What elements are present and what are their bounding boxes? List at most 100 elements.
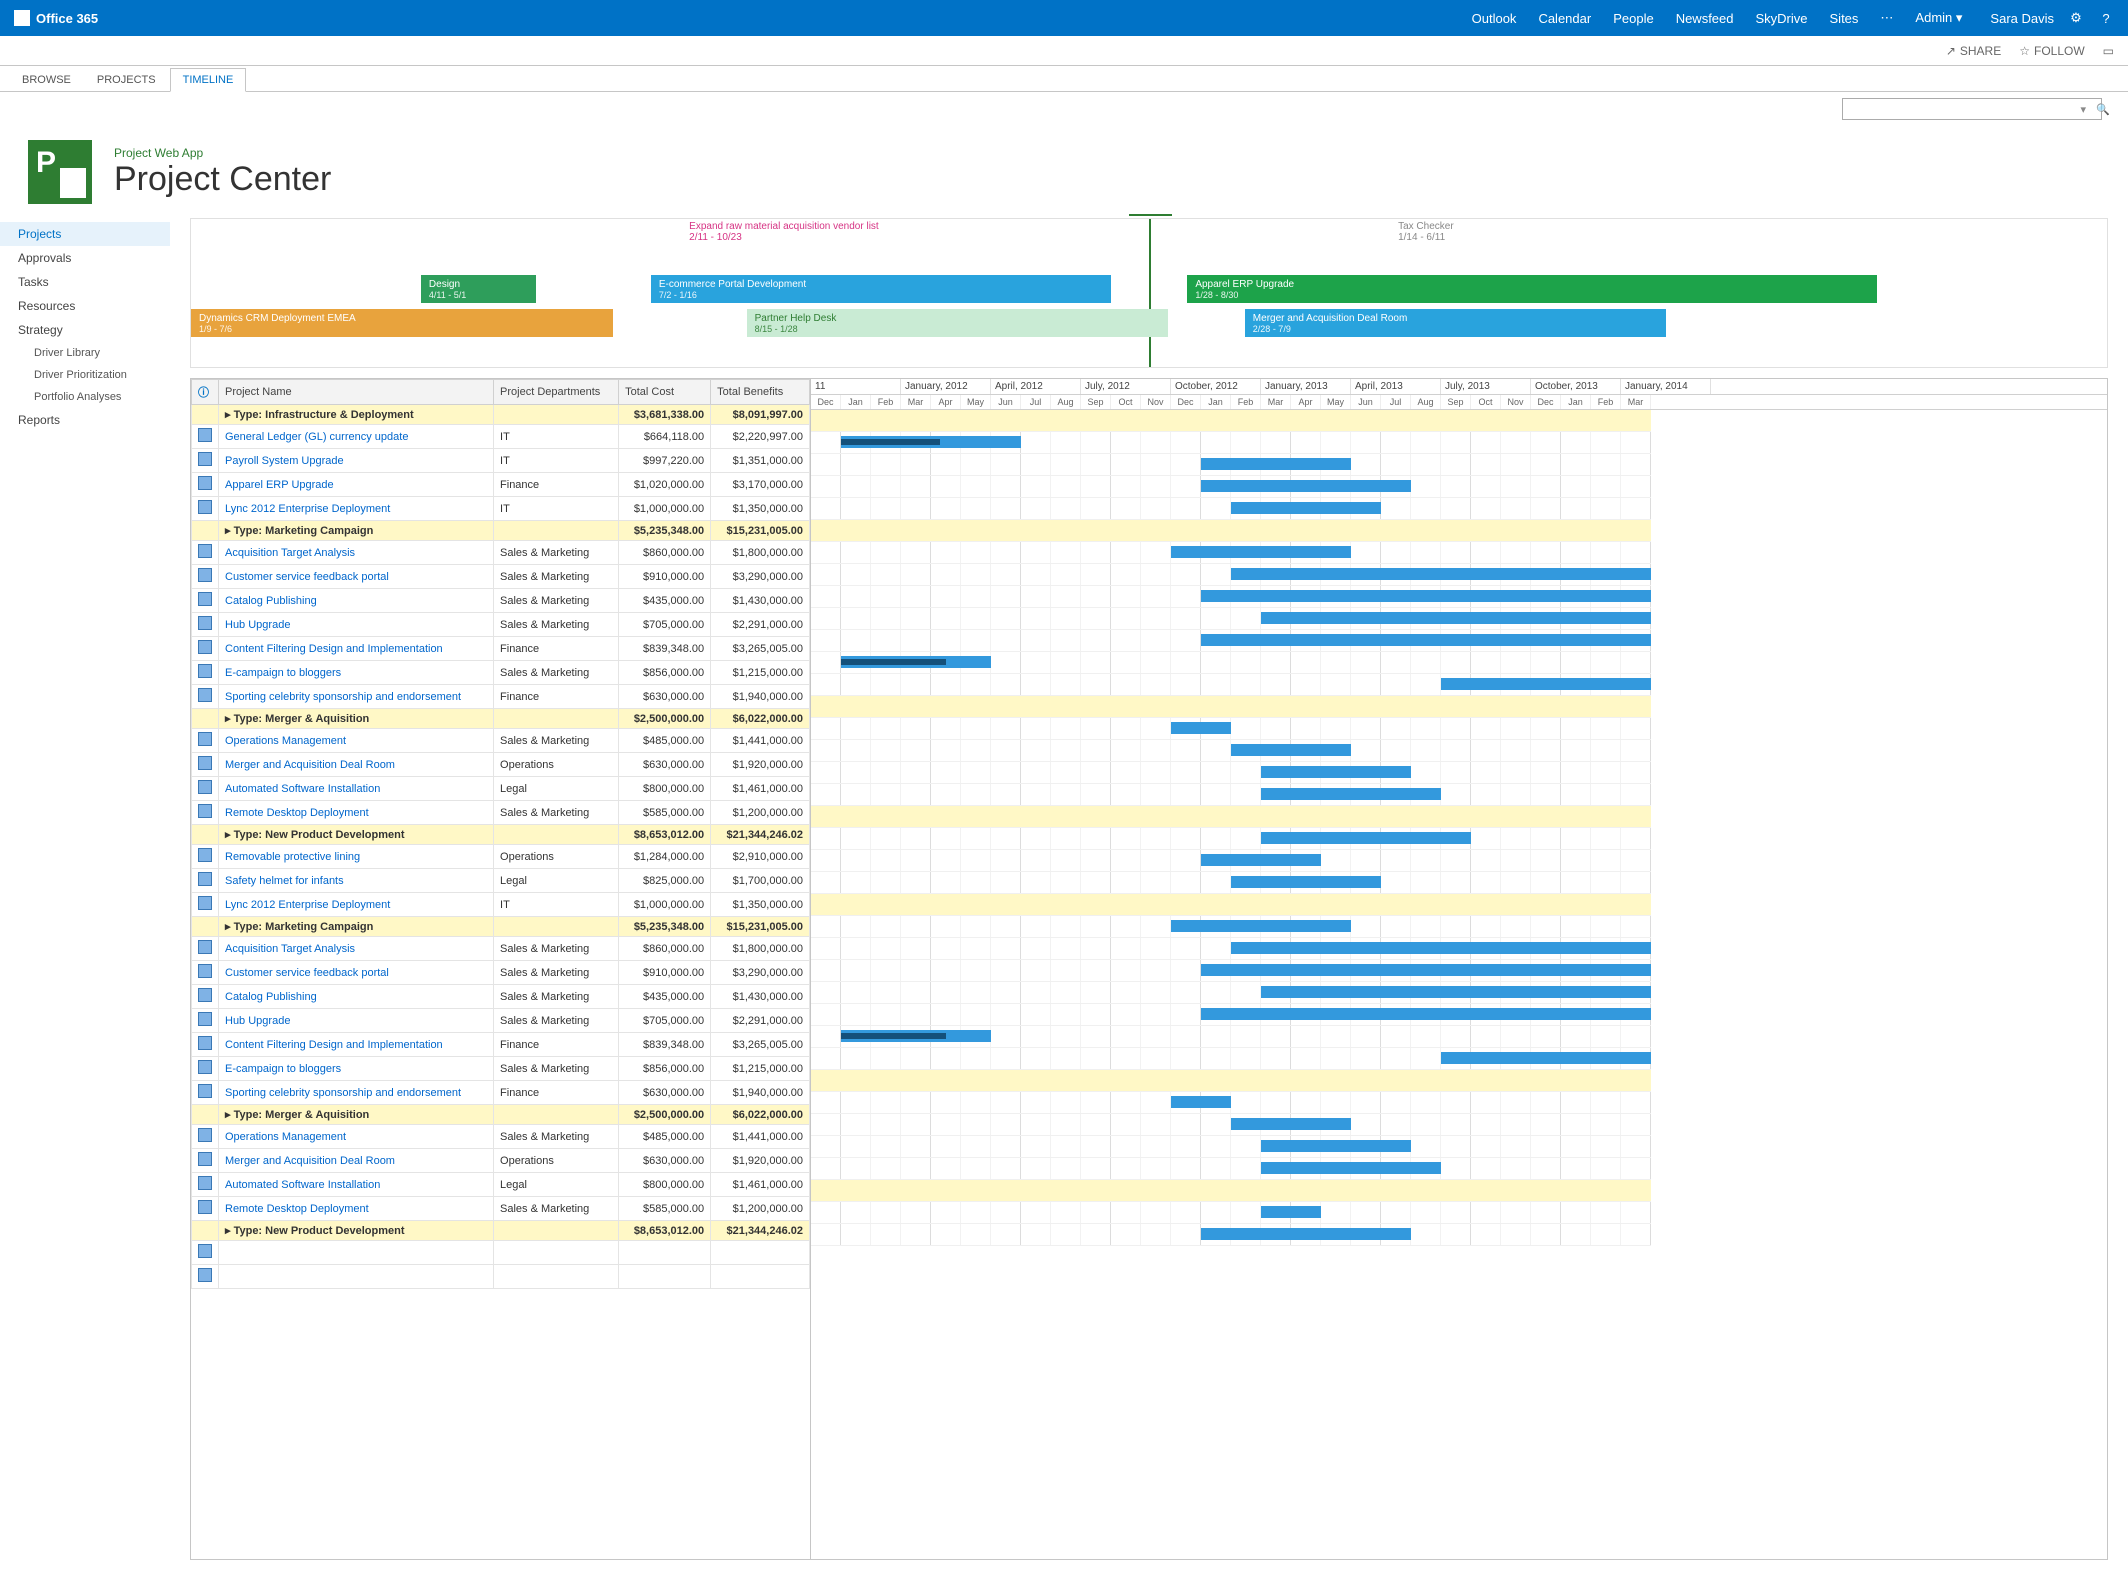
timeline-bar[interactable]: Merger and Acquisition Deal Room2/28 - 7… [1245, 309, 1667, 337]
project-link[interactable]: Customer service feedback portal [219, 961, 494, 985]
nav-link-skydrive[interactable]: SkyDrive [1756, 11, 1808, 26]
project-icon[interactable] [198, 1152, 212, 1166]
project-icon[interactable] [198, 688, 212, 702]
project-link[interactable]: Hub Upgrade [219, 613, 494, 637]
project-icon[interactable] [198, 568, 212, 582]
table-row[interactable]: ▸ Type: Marketing Campaign$5,235,348.00$… [192, 917, 810, 937]
project-icon[interactable] [198, 1244, 212, 1258]
nav-link-newsfeed[interactable]: Newsfeed [1676, 11, 1734, 26]
breadcrumb[interactable]: Project Web App [114, 146, 331, 160]
timeline-bar[interactable]: E-commerce Portal Development7/2 - 1/16 [651, 275, 1111, 303]
table-row[interactable]: ▸ Type: Merger & Aquisition$2,500,000.00… [192, 1105, 810, 1125]
project-link[interactable]: Customer service feedback portal [219, 565, 494, 589]
share-button[interactable]: ↗ SHARE [1946, 44, 2001, 58]
group-label[interactable]: ▸ Type: New Product Development [219, 1221, 494, 1241]
gantt-bar[interactable] [1261, 832, 1471, 844]
gantt-bar[interactable] [1231, 876, 1381, 888]
project-link[interactable]: Remote Desktop Deployment [219, 1197, 494, 1221]
gantt-bar[interactable] [1171, 722, 1231, 734]
column-header[interactable]: Total Cost [619, 380, 711, 405]
table-row[interactable]: Hub Upgrade Sales & Marketing $705,000.0… [192, 1009, 810, 1033]
project-link[interactable]: Catalog Publishing [219, 985, 494, 1009]
table-row[interactable]: Acquisition Target Analysis Sales & Mark… [192, 541, 810, 565]
project-icon[interactable] [198, 896, 212, 910]
project-icon[interactable] [198, 1060, 212, 1074]
ribbon-tab-timeline[interactable]: TIMELINE [170, 68, 247, 92]
focus-icon[interactable]: ▭ [2103, 44, 2114, 58]
project-link[interactable]: Merger and Acquisition Deal Room [219, 753, 494, 777]
project-icon[interactable] [198, 1012, 212, 1026]
gantt-bar[interactable] [1231, 502, 1381, 514]
table-row[interactable]: Merger and Acquisition Deal Room Operati… [192, 1149, 810, 1173]
table-row[interactable]: Sporting celebrity sponsorship and endor… [192, 685, 810, 709]
nav-link-calendar[interactable]: Calendar [1538, 11, 1591, 26]
project-link[interactable]: Merger and Acquisition Deal Room [219, 1149, 494, 1173]
project-icon[interactable] [198, 780, 212, 794]
project-link[interactable]: Apparel ERP Upgrade [219, 473, 494, 497]
search-dropdown-icon[interactable]: ▾ [2080, 103, 2086, 116]
project-link[interactable]: Content Filtering Design and Implementat… [219, 637, 494, 661]
table-row[interactable]: Customer service feedback portal Sales &… [192, 565, 810, 589]
project-icon[interactable] [198, 804, 212, 818]
project-icon[interactable] [198, 940, 212, 954]
project-icon[interactable] [198, 848, 212, 862]
sidebar-item-projects[interactable]: Projects [0, 222, 170, 246]
project-link[interactable]: Lync 2012 Enterprise Deployment [219, 893, 494, 917]
nav-link-outlook[interactable]: Outlook [1472, 11, 1517, 26]
table-row[interactable]: General Ledger (GL) currency update IT $… [192, 425, 810, 449]
user-name[interactable]: Sara Davis [1990, 11, 2054, 26]
project-link[interactable]: Sporting celebrity sponsorship and endor… [219, 685, 494, 709]
project-link[interactable]: Sporting celebrity sponsorship and endor… [219, 1081, 494, 1105]
project-link[interactable]: Catalog Publishing [219, 589, 494, 613]
project-link[interactable]: Safety helmet for infants [219, 869, 494, 893]
gantt-bar[interactable] [841, 1030, 991, 1042]
gantt-bar[interactable] [1171, 1096, 1231, 1108]
project-link[interactable]: Hub Upgrade [219, 1009, 494, 1033]
table-row[interactable]: Catalog Publishing Sales & Marketing $43… [192, 589, 810, 613]
table-row[interactable]: E-campaign to bloggers Sales & Marketing… [192, 1057, 810, 1081]
search-input[interactable] [1842, 98, 2102, 120]
project-icon[interactable] [198, 428, 212, 442]
gantt-bar[interactable] [1201, 1228, 1411, 1240]
timeline-overview[interactable]: Expand raw material acquisition vendor l… [190, 218, 2108, 368]
project-icon[interactable] [198, 756, 212, 770]
nav-link-sites[interactable]: Sites [1830, 11, 1859, 26]
table-row[interactable]: Operations Management Sales & Marketing … [192, 1125, 810, 1149]
nav-link-people[interactable]: People [1613, 11, 1653, 26]
gantt-bar[interactable] [1261, 1206, 1321, 1218]
project-link[interactable]: Automated Software Installation [219, 777, 494, 801]
table-row[interactable]: Safety helmet for infants Legal $825,000… [192, 869, 810, 893]
table-row[interactable]: Customer service feedback portal Sales &… [192, 961, 810, 985]
gantt-bar[interactable] [1261, 986, 1651, 998]
sidebar-item-strategy[interactable]: Strategy [0, 318, 170, 342]
gantt-bar[interactable] [1441, 1052, 1651, 1064]
table-row[interactable]: ▸ Type: Infrastructure & Deployment$3,68… [192, 405, 810, 425]
project-icon[interactable] [198, 1128, 212, 1142]
search-icon[interactable]: 🔍 [2092, 98, 2114, 120]
gantt-bar[interactable] [1261, 1162, 1441, 1174]
table-row[interactable]: Merger and Acquisition Deal Room Operati… [192, 753, 810, 777]
project-icon[interactable] [198, 1176, 212, 1190]
gantt-bar[interactable] [1231, 744, 1351, 756]
gantt-bar[interactable] [1261, 766, 1411, 778]
table-row[interactable]: Lync 2012 Enterprise Deployment IT $1,00… [192, 497, 810, 521]
project-icon[interactable] [198, 988, 212, 1002]
sidebar-item-portfolio-analyses[interactable]: Portfolio Analyses [0, 386, 170, 408]
gantt-bar[interactable] [1171, 546, 1351, 558]
group-label[interactable]: ▸ Type: New Product Development [219, 825, 494, 845]
gantt-bar[interactable] [1201, 458, 1351, 470]
project-link[interactable]: Acquisition Target Analysis [219, 937, 494, 961]
group-label[interactable]: ▸ Type: Marketing Campaign [219, 917, 494, 937]
project-link[interactable]: General Ledger (GL) currency update [219, 425, 494, 449]
column-header[interactable]: Project Departments [494, 380, 619, 405]
gantt-bar[interactable] [841, 436, 1021, 448]
table-row[interactable]: Remote Desktop Deployment Sales & Market… [192, 801, 810, 825]
column-header[interactable]: Total Benefits [711, 380, 810, 405]
gantt-bar[interactable] [1261, 788, 1441, 800]
gantt-bar[interactable] [841, 656, 991, 668]
gantt-bar[interactable] [1171, 920, 1351, 932]
gantt-bar[interactable] [1261, 612, 1651, 624]
group-label[interactable]: ▸ Type: Marketing Campaign [219, 521, 494, 541]
project-link[interactable] [219, 1265, 494, 1289]
group-label[interactable]: ▸ Type: Infrastructure & Deployment [219, 405, 494, 425]
